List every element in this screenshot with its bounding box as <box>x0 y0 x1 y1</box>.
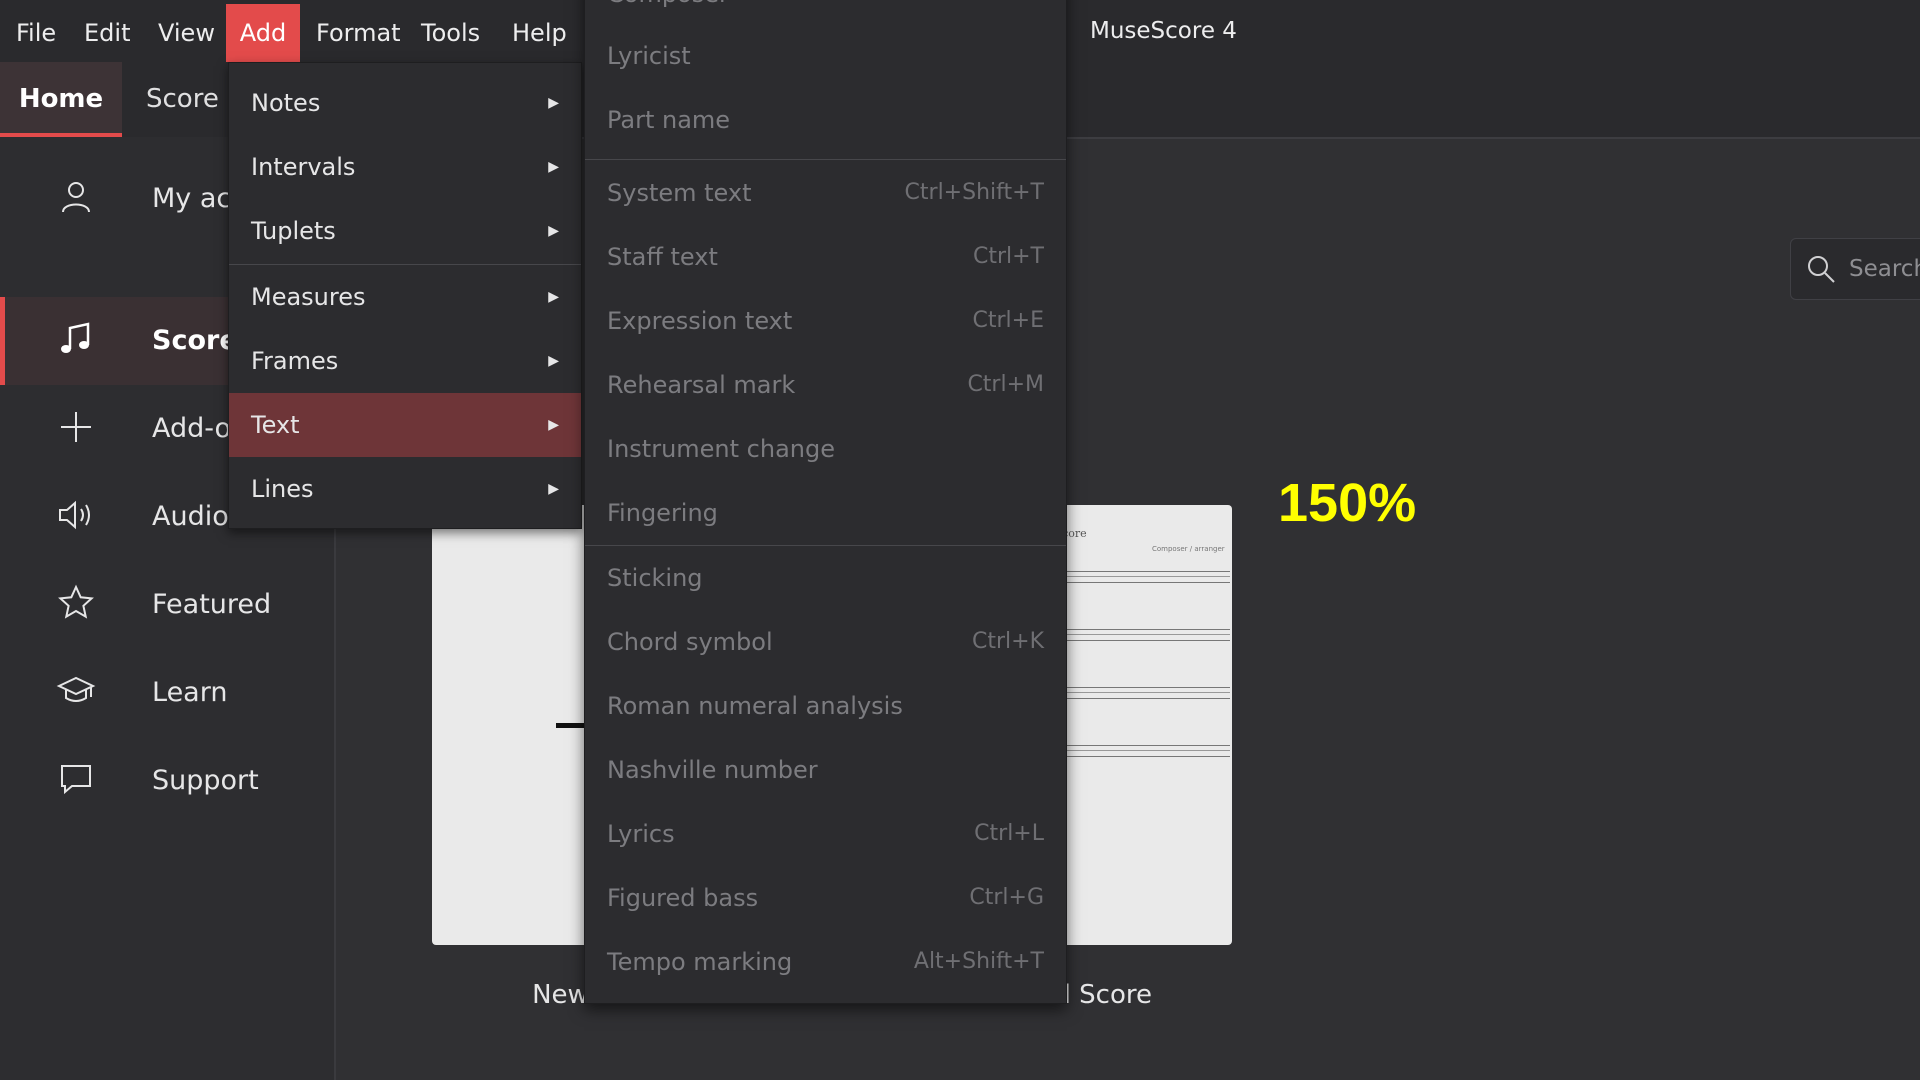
add-menu-tuplets[interactable]: Tuplets ▶ <box>229 199 581 263</box>
text-submenu-item[interactable]: Composer <box>585 0 1066 26</box>
menu-item-shortcut: Ctrl+K <box>971 629 1044 654</box>
sidebar-item-learn[interactable]: Learn <box>0 649 334 737</box>
menu-item-label: Composer <box>607 0 729 26</box>
text-submenu-item[interactable]: Expression text Ctrl+E <box>585 289 1066 353</box>
menu-item-label: Sticking <box>607 564 703 592</box>
menu-item-shortcut: Ctrl+Shift+T <box>904 180 1044 205</box>
staff-line <box>1050 571 1230 583</box>
search-icon <box>1805 253 1837 285</box>
menu-help[interactable]: Help <box>496 4 583 62</box>
menu-item-label: Chord symbol <box>607 628 773 656</box>
sidebar-item-label: Learn <box>152 677 228 708</box>
menu-tools[interactable]: Tools <box>405 4 496 62</box>
sidebar-item-label: My ac <box>152 183 232 214</box>
menu-edit[interactable]: Edit <box>68 4 146 62</box>
text-submenu-item[interactable]: Staff text Ctrl+T <box>585 225 1066 289</box>
menu-item-label: Lyricist <box>607 42 691 70</box>
staff-line <box>1050 629 1230 641</box>
menu-view[interactable]: View <box>142 4 231 62</box>
menu-item-label: Part name <box>607 106 731 134</box>
add-menu-measures[interactable]: Measures ▶ <box>229 265 581 329</box>
text-submenu: Composer Lyricist Part name System text … <box>584 0 1067 1004</box>
text-submenu-item[interactable]: Lyricist <box>585 24 1066 88</box>
submenu-arrow-icon: ▶ <box>548 95 559 111</box>
submenu-arrow-icon: ▶ <box>548 417 559 433</box>
add-menu-frames[interactable]: Frames ▶ <box>229 329 581 393</box>
text-submenu-item[interactable]: Rehearsal mark Ctrl+M <box>585 353 1066 417</box>
menu-item-shortcut: Ctrl+M <box>967 372 1044 397</box>
staff-line <box>1050 687 1230 699</box>
submenu-arrow-icon: ▶ <box>548 289 559 305</box>
staff-line <box>1050 745 1230 757</box>
search-placeholder: Search <box>1849 256 1920 282</box>
speaker-icon <box>56 495 96 535</box>
text-submenu-item[interactable]: Figured bass Ctrl+G <box>585 866 1066 930</box>
sidebar-item-label: Support <box>152 765 259 796</box>
text-submenu-item[interactable]: Instrument change <box>585 417 1066 481</box>
menu-separator <box>585 159 1066 160</box>
menu-item-label: Nashville number <box>607 756 818 784</box>
tab-home[interactable]: Home <box>0 62 122 137</box>
text-submenu-item[interactable]: Lyrics Ctrl+L <box>585 802 1066 866</box>
menu-item-shortcut: Ctrl+G <box>969 885 1044 910</box>
chat-bubble-icon <box>56 759 96 799</box>
menu-item-label: Staff text <box>607 243 718 271</box>
submenu-arrow-icon: ▶ <box>548 481 559 497</box>
menu-item-label: Roman numeral analysis <box>607 692 903 720</box>
text-submenu-item[interactable]: Part name <box>585 88 1066 152</box>
plus-icon <box>56 407 96 447</box>
add-menu-intervals[interactable]: Intervals ▶ <box>229 135 581 199</box>
menu-item-label: Instrument change <box>607 435 835 463</box>
submenu-arrow-icon: ▶ <box>548 353 559 369</box>
menu-item-shortcut: Alt+Shift+T <box>913 949 1044 974</box>
graduation-cap-icon <box>56 671 96 711</box>
text-submenu-item[interactable]: Nashville number <box>585 738 1066 802</box>
menu-item-label: Figured bass <box>607 884 759 912</box>
menu-item-label: Text <box>251 411 300 439</box>
menu-file[interactable]: File <box>0 4 72 62</box>
text-submenu-item[interactable]: Tempo marking Alt+Shift+T <box>585 930 1066 994</box>
menu-item-shortcut: Ctrl+L <box>974 821 1044 846</box>
text-submenu-item[interactable]: Roman numeral analysis <box>585 674 1066 738</box>
user-icon <box>56 177 96 217</box>
zoom-overlay: 150% <box>1278 473 1417 533</box>
menu-format[interactable]: Format <box>300 4 417 62</box>
menu-item-label: Expression text <box>607 307 793 335</box>
sidebar-item-featured[interactable]: Featured <box>0 561 334 649</box>
menu-item-label: Fingering <box>607 499 718 527</box>
menu-item-label: System text <box>607 179 752 207</box>
menu-item-shortcut: Ctrl+T <box>972 244 1044 269</box>
app-title: MuseScore 4 <box>1090 18 1237 44</box>
text-submenu-item[interactable]: Sticking <box>585 546 1066 610</box>
menu-item-label: Tempo marking <box>607 948 793 976</box>
submenu-arrow-icon: ▶ <box>548 159 559 175</box>
text-submenu-item[interactable]: System text Ctrl+Shift+T <box>585 161 1066 225</box>
sidebar-item-label: Audio <box>152 501 229 532</box>
score-thumbnail-composer: Composer / arranger <box>1152 545 1225 553</box>
menu-item-label: Measures <box>251 283 366 311</box>
music-note-icon <box>56 319 96 359</box>
add-menu-dropdown: Notes ▶ Intervals ▶ Tuplets ▶ Measures ▶… <box>228 62 582 529</box>
sidebar-item-support[interactable]: Support <box>0 737 334 825</box>
menu-item-shortcut: Ctrl+E <box>972 308 1044 333</box>
sidebar-item-label: Featured <box>152 589 272 620</box>
menu-item-label: Lines <box>251 475 314 503</box>
menu-add[interactable]: Add <box>226 4 300 62</box>
tab-score[interactable]: Score <box>146 62 219 137</box>
text-submenu-item[interactable]: Fingering <box>585 481 1066 545</box>
text-submenu-item[interactable]: Chord symbol Ctrl+K <box>585 610 1066 674</box>
menu-item-label: Rehearsal mark <box>607 371 796 399</box>
add-menu-text[interactable]: Text ▶ <box>229 393 581 457</box>
sidebar-item-label: Add-o <box>152 413 232 444</box>
menu-item-label: Intervals <box>251 153 356 181</box>
menu-item-label: Frames <box>251 347 339 375</box>
search-field[interactable]: Search <box>1790 238 1920 300</box>
add-menu-lines[interactable]: Lines ▶ <box>229 457 581 521</box>
submenu-arrow-icon: ▶ <box>548 223 559 239</box>
menu-item-label: Tuplets <box>251 217 336 245</box>
menu-item-label: Notes <box>251 89 321 117</box>
star-icon <box>56 583 96 623</box>
menu-item-label: Lyrics <box>607 820 675 848</box>
add-menu-notes[interactable]: Notes ▶ <box>229 71 581 135</box>
